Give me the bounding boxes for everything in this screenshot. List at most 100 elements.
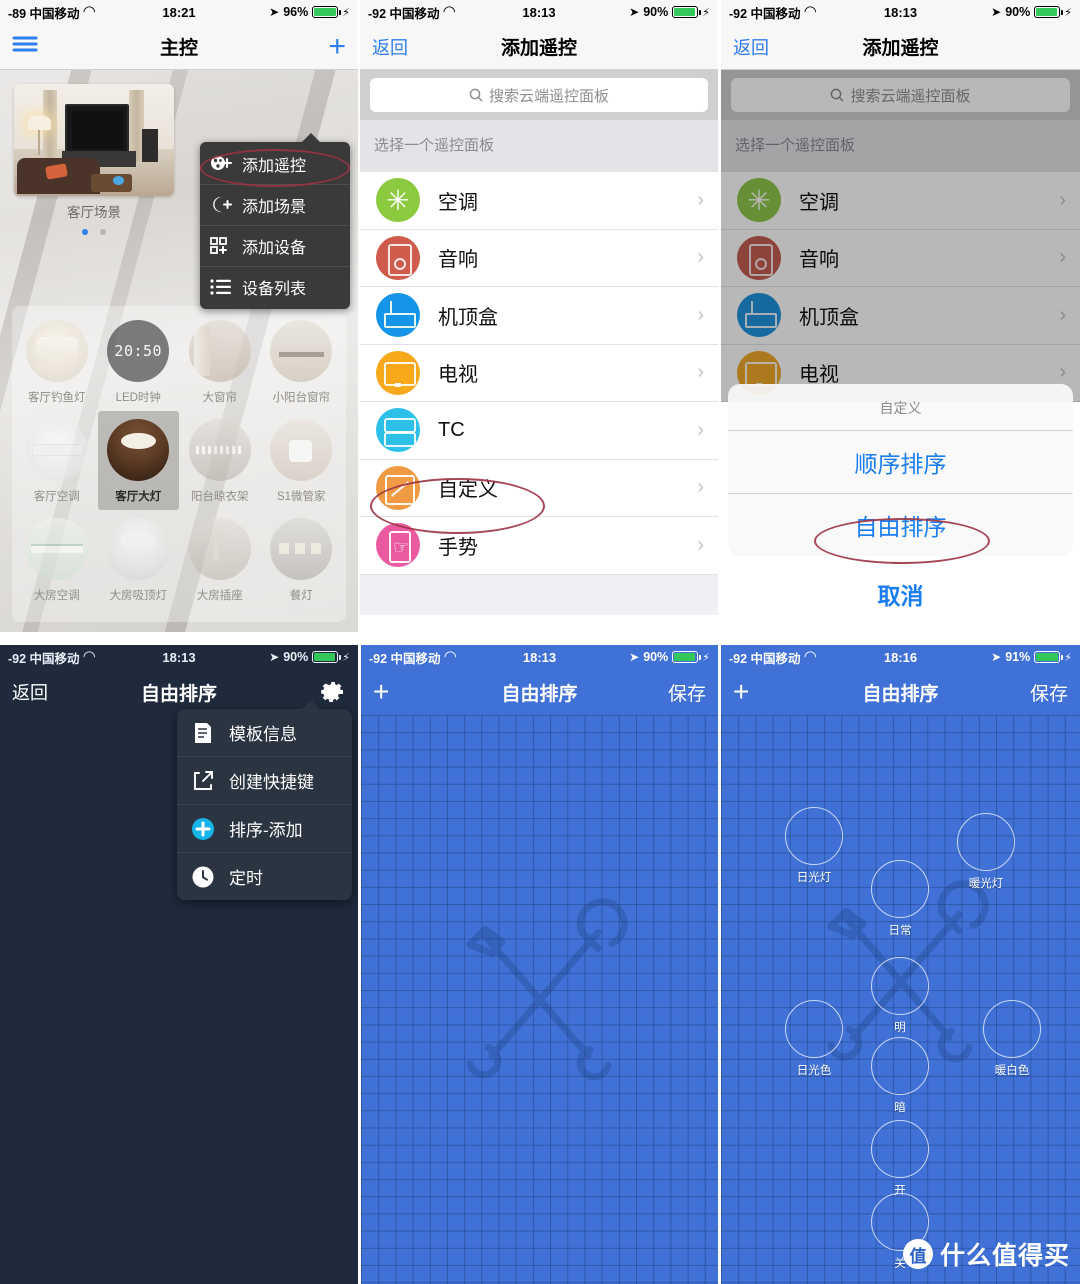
- drying-rack-icon: [188, 419, 251, 481]
- page-dots: [14, 222, 174, 240]
- device-tile[interactable]: 大房插座: [179, 510, 261, 609]
- back-button[interactable]: 返回: [733, 34, 769, 60]
- back-button[interactable]: 返回: [372, 34, 408, 60]
- menu-item[interactable]: 模板信息: [177, 709, 352, 756]
- back-button[interactable]: 返回: [12, 679, 48, 705]
- s1-hub-icon: [270, 419, 333, 481]
- socket-icon: [188, 518, 251, 580]
- list-item[interactable]: 机顶盒 ›: [721, 287, 1080, 345]
- menu-item[interactable]: 排序-添加: [177, 804, 352, 852]
- wifi-icon: [445, 652, 458, 663]
- blueprint-node[interactable]: 暖光灯: [957, 813, 1015, 891]
- balcony-curtain-icon: [270, 320, 333, 382]
- scene-card[interactable]: 客厅场景: [14, 84, 174, 221]
- nav-bar: + 自由排序 保存: [721, 669, 1080, 715]
- list-item[interactable]: 手势 ›: [360, 517, 718, 575]
- hamburger-icon[interactable]: [12, 35, 38, 58]
- menu-item[interactable]: 定时: [177, 852, 352, 900]
- carrier-label: -92 中国移动: [729, 651, 801, 666]
- list-item[interactable]: 自定义 ›: [360, 459, 718, 517]
- list-item[interactable]: TC ›: [360, 402, 718, 460]
- panel-add-remote-sheet: -92 中国移动 18:13 ➤ 90% ⚡ 返回 添加遥控 搜索云端遥控面板: [721, 0, 1080, 632]
- list-item[interactable]: 音响 ›: [360, 229, 718, 287]
- blueprint-node[interactable]: 日光灯: [785, 807, 843, 885]
- list-item[interactable]: 音响 ›: [721, 229, 1080, 287]
- node-label: 明: [894, 1022, 906, 1034]
- gear-icon[interactable]: [320, 679, 346, 705]
- search-input[interactable]: 搜索云端遥控面板: [370, 78, 708, 112]
- search-placeholder: 搜索云端遥控面板: [488, 87, 609, 105]
- save-button[interactable]: 保存: [668, 679, 706, 706]
- page-dot[interactable]: [100, 229, 107, 235]
- device-tile[interactable]: 客厅空调: [16, 411, 98, 510]
- device-tile[interactable]: S1微管家: [261, 411, 343, 510]
- list-item[interactable]: 电视 ›: [360, 344, 718, 402]
- action-sheet: 自定义 顺序排序 自由排序 取消: [721, 384, 1080, 632]
- device-tile[interactable]: 阳台晾衣架: [179, 411, 261, 510]
- watermark-badge: 值: [902, 1239, 933, 1269]
- device-tile[interactable]: 大窗帘: [179, 312, 261, 411]
- device-tile[interactable]: 大房空调: [16, 510, 98, 609]
- add-button[interactable]: +: [328, 31, 346, 61]
- device-tile[interactable]: 客厅钓鱼灯: [16, 312, 98, 411]
- carrier-label: -92 中国移动: [368, 6, 440, 21]
- cancel-button[interactable]: 取消: [728, 563, 1073, 625]
- menu-item[interactable]: 添加遥控: [200, 144, 350, 184]
- list-item[interactable]: 机顶盒 ›: [360, 287, 718, 345]
- speaker-icon: [737, 235, 781, 280]
- node-label: 暖白色: [994, 1065, 1030, 1077]
- battery-percent-label: 90%: [643, 5, 669, 19]
- menu-item[interactable]: 设备列表: [200, 266, 350, 307]
- device-tile[interactable]: 餐灯: [261, 510, 343, 609]
- action-sheet-option[interactable]: 自由排序: [728, 493, 1073, 556]
- save-button[interactable]: 保存: [1030, 679, 1068, 706]
- nav-bar: 返回 添加遥控: [360, 24, 718, 70]
- nav-bar: + 自由排序 保存: [361, 669, 718, 715]
- menu-item[interactable]: 创建快捷键: [177, 756, 352, 804]
- chevron-right-icon: ›: [697, 418, 704, 441]
- menu-item-label: 模板信息: [229, 725, 297, 744]
- menu-item[interactable]: 添加场景: [200, 184, 350, 225]
- add-popup-menu: 添加遥控 添加场景 添加设备 设备列表: [200, 133, 350, 309]
- node-ring: [983, 1000, 1041, 1058]
- device-tile[interactable]: 小阳台窗帘: [261, 312, 343, 411]
- blueprint-node[interactable]: 日光色: [785, 1000, 843, 1078]
- blueprint-node[interactable]: 暖白色: [983, 1000, 1041, 1078]
- screenshot-collage: -89 中国移动 18:21 ➤ 96% ⚡ 主控 +: [0, 0, 1080, 1284]
- battery-percent-label: 90%: [643, 650, 669, 664]
- search-input[interactable]: 搜索云端遥控面板: [731, 78, 1070, 112]
- list-item-label: 机顶盒: [438, 306, 498, 329]
- device-grid-card: 客厅钓鱼灯 20:50 LED时钟 大窗帘 小阳台窗帘客厅空调 客厅大灯 阳台晾衣架 S1微管…: [12, 306, 346, 622]
- node-ring: [785, 807, 843, 865]
- location-arrow-icon: ➤: [629, 650, 640, 664]
- menu-item[interactable]: 添加设备: [200, 225, 350, 266]
- search-icon: [831, 88, 845, 102]
- list-item[interactable]: 空调 ›: [360, 172, 718, 230]
- blueprint-node[interactable]: 暗: [871, 1037, 929, 1115]
- blueprint-node[interactable]: 开: [871, 1120, 929, 1198]
- blueprint-canvas[interactable]: [361, 715, 718, 1284]
- device-tile[interactable]: 客厅大灯: [97, 411, 179, 510]
- ceiling-light-icon: [107, 419, 170, 481]
- blueprint-canvas[interactable]: 日光灯 暖光灯 日常明日光色 暖白色暗开关: [721, 715, 1080, 1284]
- panel-divider-v4: [718, 645, 721, 1284]
- curtain-icon: [188, 320, 251, 382]
- remote-panel-list: 空调 › 音响 › 机顶盒 › 电视 ›: [721, 172, 1080, 402]
- wifi-icon: [84, 7, 97, 18]
- action-sheet-option[interactable]: 顺序排序: [728, 431, 1073, 493]
- menu-item-label: 定时: [229, 869, 263, 888]
- add-button[interactable]: +: [733, 678, 749, 706]
- device-tile[interactable]: 20:50 LED时钟: [98, 312, 180, 411]
- add-button[interactable]: +: [373, 678, 389, 706]
- blueprint-node[interactable]: 明: [871, 957, 929, 1035]
- wifi-icon: [805, 7, 818, 18]
- section-header: 选择一个遥控面板: [721, 120, 1080, 172]
- search-band: 搜索云端遥控面板: [360, 70, 718, 120]
- device-tile[interactable]: 大房吸顶灯: [98, 510, 180, 609]
- page-dot-active[interactable]: [81, 229, 88, 235]
- blueprint-node[interactable]: 日常: [871, 860, 929, 938]
- battery-icon: [312, 651, 342, 663]
- list-item[interactable]: 空调 ›: [721, 172, 1080, 230]
- list-item-label: TC: [438, 418, 465, 441]
- menu-item-label: 创建快捷键: [229, 773, 314, 792]
